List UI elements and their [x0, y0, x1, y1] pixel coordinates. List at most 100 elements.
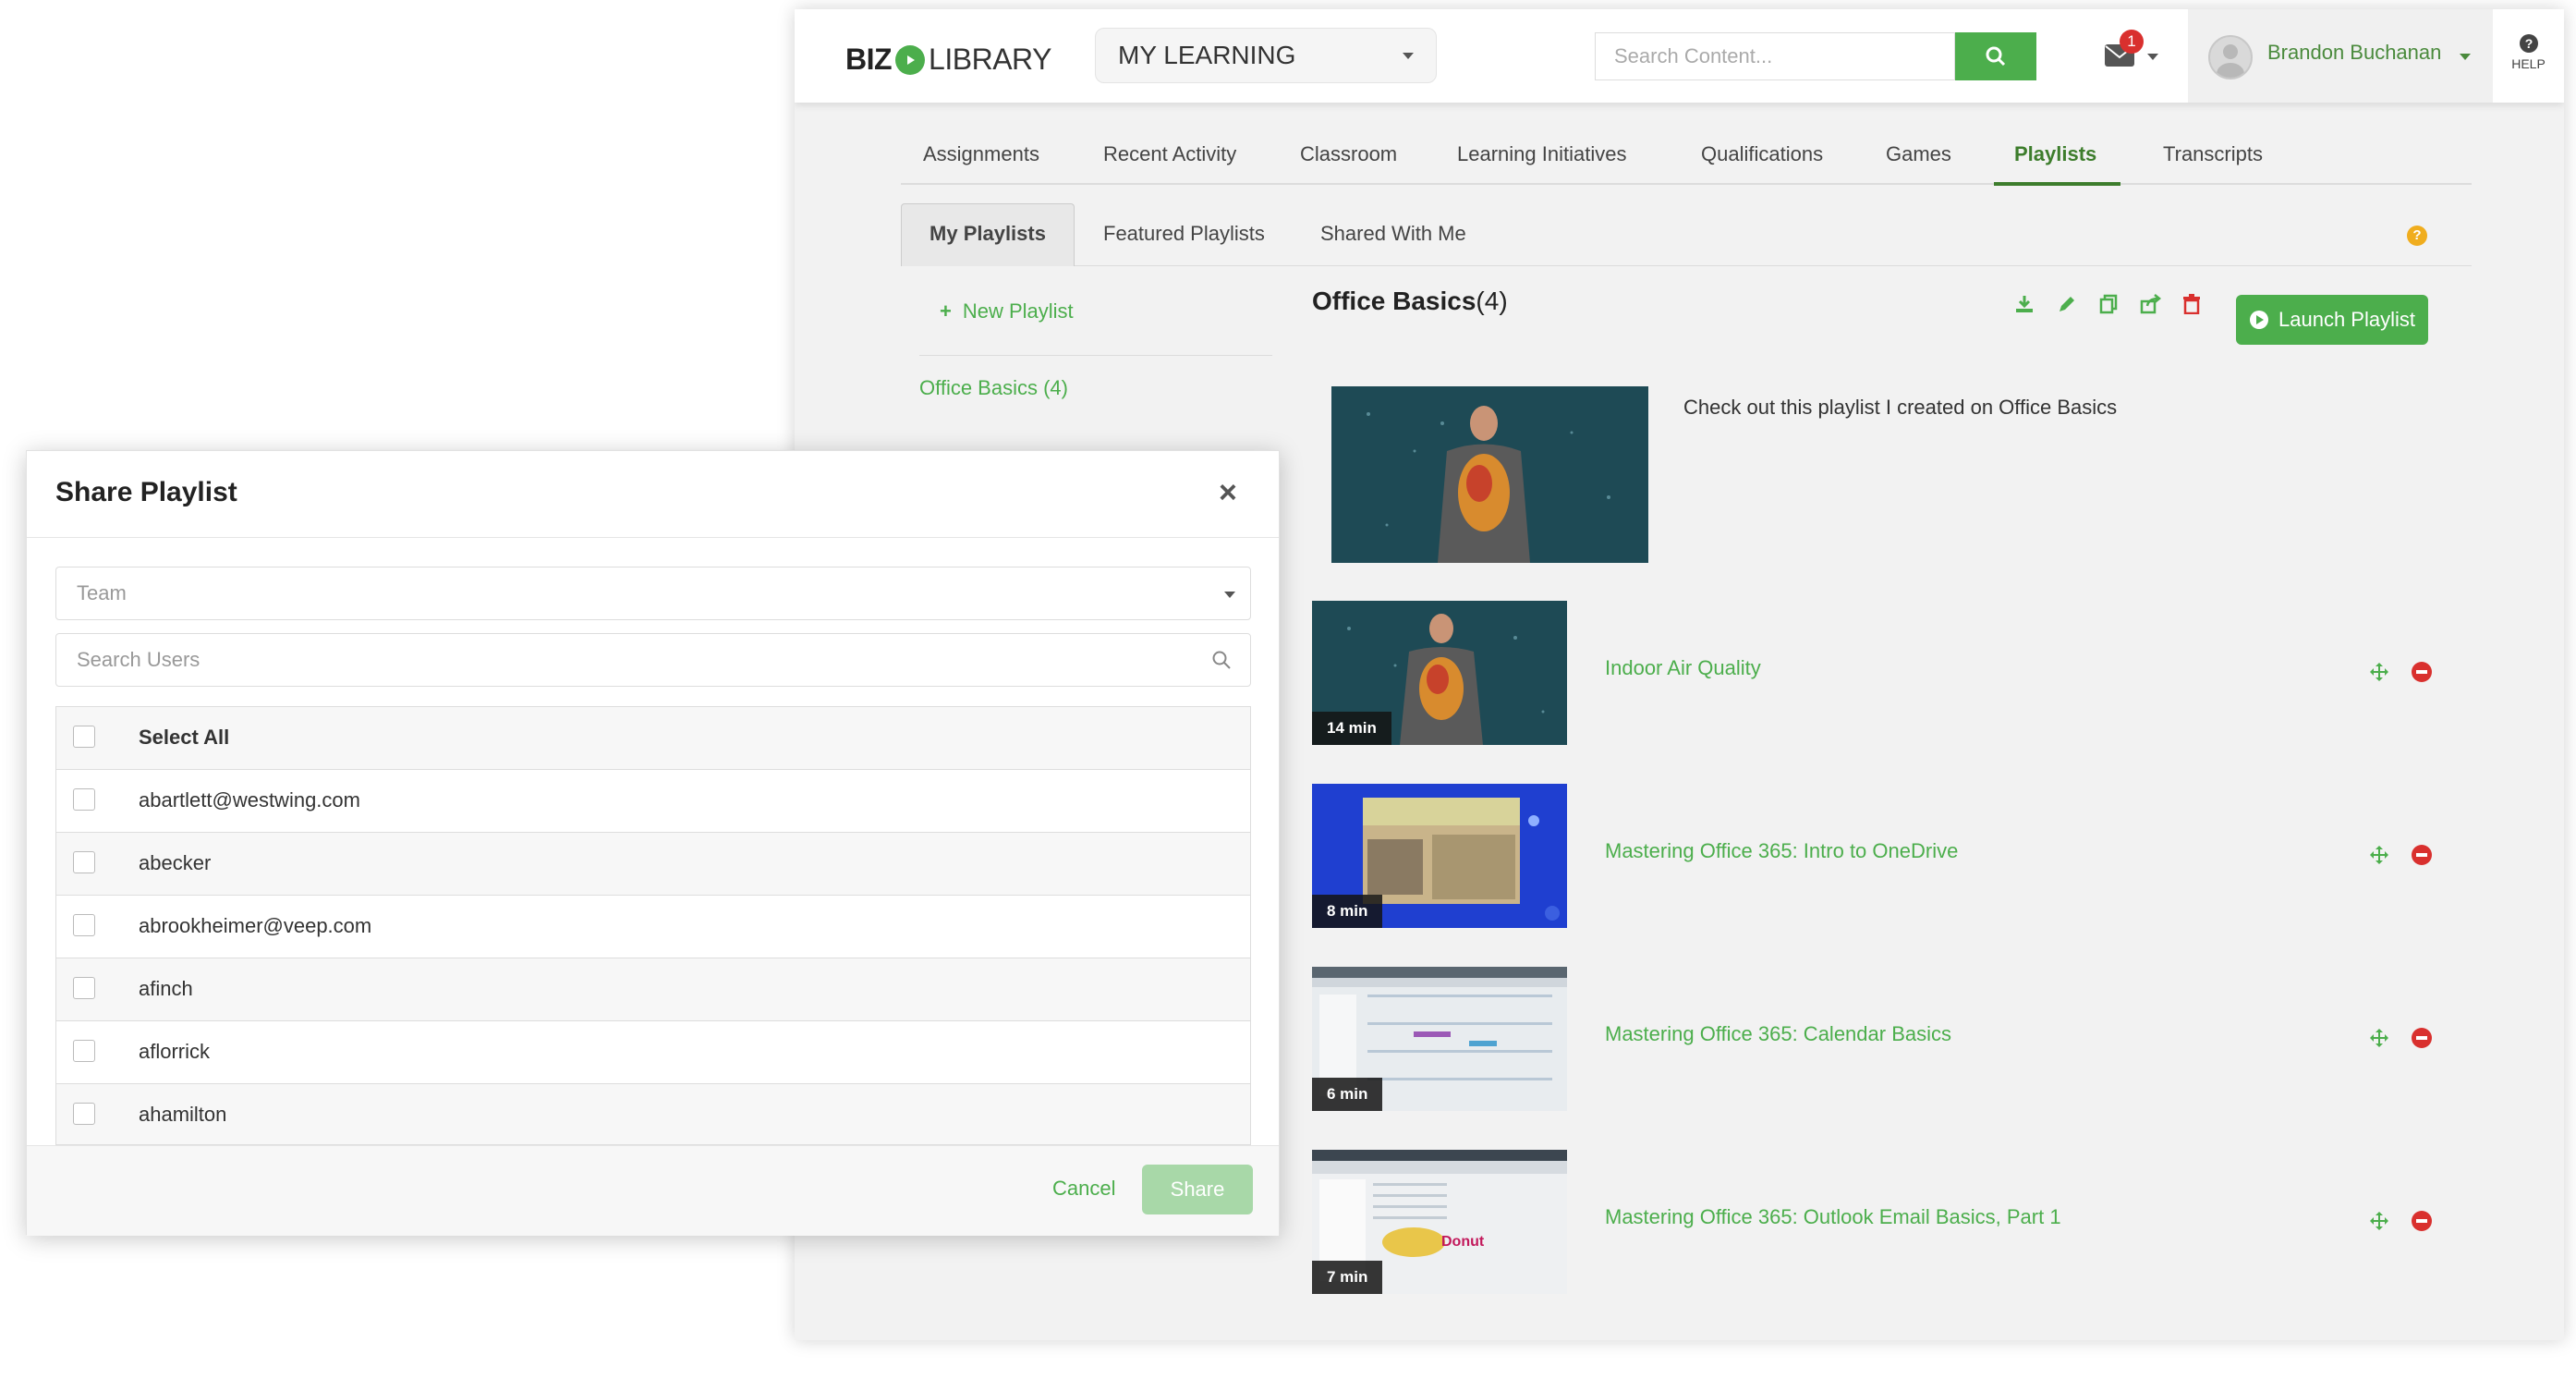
item-title[interactable]: Mastering Office 365: Intro to OneDrive: [1605, 839, 1958, 863]
user-name: afinch: [139, 977, 193, 1000]
item-duration: 14 min: [1312, 712, 1391, 745]
help-button[interactable]: ? HELP: [2493, 9, 2564, 103]
content-search-input[interactable]: Search Content...: [1595, 32, 1955, 80]
move-arrows-icon[interactable]: [2369, 845, 2389, 870]
svg-text:?: ?: [2524, 36, 2533, 51]
mode-select[interactable]: MY LEARNING: [1095, 28, 1437, 83]
table-row[interactable]: abartlett@westwing.com: [56, 770, 1250, 833]
user-checkbox[interactable]: [73, 1103, 95, 1125]
remove-circle-icon[interactable]: [2412, 662, 2432, 682]
sidebar-playlist-office-basics[interactable]: Office Basics (4): [919, 376, 1270, 400]
select-all-checkbox[interactable]: [73, 726, 95, 748]
table-row[interactable]: afinch: [56, 958, 1250, 1021]
move-arrows-icon[interactable]: [2369, 1028, 2389, 1053]
user-name: aflorrick: [139, 1040, 211, 1063]
user-name: abrookheimer@veep.com: [139, 914, 372, 937]
team-placeholder: Team: [77, 581, 127, 604]
chevron-down-icon: [2147, 54, 2158, 60]
item-duration: 6 min: [1312, 1078, 1383, 1111]
plus-icon: +: [940, 299, 952, 323]
search-users-input[interactable]: Search Users: [55, 633, 1251, 687]
user-name: abartlett@westwing.com: [139, 788, 360, 812]
edit-pencil-icon[interactable]: [2057, 294, 2077, 319]
user-silhouette-icon: [2217, 44, 2244, 78]
modal-footer: Cancel Share: [27, 1145, 1279, 1236]
playlist-count: (4): [1476, 287, 1508, 315]
table-row[interactable]: abrookheimer@veep.com: [56, 896, 1250, 958]
subtab-my-playlists[interactable]: My Playlists: [901, 203, 1075, 266]
share-button[interactable]: Share: [1142, 1165, 1253, 1214]
user-menu[interactable]: Brandon Buchanan: [2188, 9, 2493, 103]
playlist-cover-image: [1331, 386, 1648, 563]
copy-icon[interactable]: [2098, 294, 2119, 319]
remove-circle-icon[interactable]: [2412, 1028, 2432, 1048]
item-thumbnail[interactable]: Donut 7 min: [1312, 1150, 1567, 1294]
select-all-label: Select All: [139, 726, 230, 749]
item-thumbnail[interactable]: 14 min: [1312, 601, 1567, 745]
trash-icon[interactable]: [2182, 294, 2201, 319]
remove-circle-icon[interactable]: [2412, 1211, 2432, 1231]
tab-assignments[interactable]: Assignments: [923, 142, 1039, 166]
item-title[interactable]: Mastering Office 365: Calendar Basics: [1605, 1022, 1951, 1046]
playlist-description: Check out this playlist I created on Off…: [1683, 396, 2118, 419]
user-name: abecker: [139, 851, 212, 874]
share-playlist-modal: Share Playlist × Team Search Users Selec…: [26, 450, 1280, 1236]
modal-header: Share Playlist ×: [27, 451, 1279, 538]
launch-playlist-label: Launch Playlist: [2278, 308, 2415, 331]
user-checkbox[interactable]: [73, 914, 95, 936]
tab-learning-initiatives[interactable]: Learning Initiatives: [1457, 142, 1626, 166]
close-icon[interactable]: ×: [1219, 477, 1237, 508]
user-checkbox[interactable]: [73, 788, 95, 811]
table-row[interactable]: aflorrick: [56, 1021, 1250, 1084]
table-row[interactable]: ahamilton: [56, 1084, 1250, 1144]
tab-transcripts[interactable]: Transcripts: [2163, 142, 2263, 166]
tab-recent-activity[interactable]: Recent Activity: [1103, 142, 1236, 166]
mode-select-value: MY LEARNING: [1118, 41, 1296, 69]
team-select[interactable]: Team: [55, 567, 1251, 620]
sidebar-divider: [919, 355, 1272, 356]
item-title[interactable]: Mastering Office 365: Outlook Email Basi…: [1605, 1205, 2061, 1229]
tab-qualifications[interactable]: Qualifications: [1701, 142, 1823, 166]
list-item[interactable]: Donut 7 min Mastering Office 365: Outloo…: [1312, 1150, 2458, 1296]
list-item[interactable]: 6 min Mastering Office 365: Calendar Bas…: [1312, 967, 2458, 1113]
modal-title: Share Playlist: [55, 477, 237, 507]
user-name: ahamilton: [139, 1103, 227, 1126]
bizlibrary-logo[interactable]: BIZ LIBRARY: [845, 43, 1051, 77]
item-thumbnail[interactable]: 6 min: [1312, 967, 1567, 1111]
share-icon[interactable]: [2140, 294, 2162, 319]
move-arrows-icon[interactable]: [2369, 662, 2389, 687]
new-playlist-button[interactable]: + New Playlist: [940, 299, 1270, 323]
list-item[interactable]: 14 min Indoor Air Quality: [1312, 601, 2458, 747]
top-bar: BIZ LIBRARY MY LEARNING Search Content..…: [795, 9, 2564, 103]
download-icon[interactable]: [2014, 294, 2035, 319]
select-all-row[interactable]: Select All: [56, 707, 1250, 770]
launch-playlist-button[interactable]: Launch Playlist: [2236, 295, 2428, 345]
move-arrows-icon[interactable]: [2369, 1211, 2389, 1236]
table-row[interactable]: abecker: [56, 833, 1250, 896]
thumbnail-logo-text: Donut: [1441, 1234, 1485, 1250]
user-checkbox[interactable]: [73, 977, 95, 999]
playlist-title-text: Office Basics: [1312, 287, 1476, 315]
item-title[interactable]: Indoor Air Quality: [1605, 656, 1761, 680]
list-item[interactable]: 8 min Mastering Office 365: Intro to One…: [1312, 784, 2458, 930]
playlist-subtabs: My Playlists Featured Playlists Shared W…: [901, 203, 2472, 266]
active-tab-indicator: [1994, 182, 2120, 186]
tab-games[interactable]: Games: [1886, 142, 1951, 166]
user-name: Brandon Buchanan: [2267, 41, 2442, 64]
help-question-icon[interactable]: ?: [2407, 226, 2427, 246]
subtab-shared-with-me[interactable]: Shared With Me: [1320, 222, 1466, 246]
subtab-featured-playlists[interactable]: Featured Playlists: [1103, 222, 1265, 246]
remove-circle-icon[interactable]: [2412, 845, 2432, 865]
search-button[interactable]: [1955, 32, 2036, 80]
tab-classroom[interactable]: Classroom: [1300, 142, 1397, 166]
chevron-down-icon: [2460, 54, 2471, 60]
item-thumbnail[interactable]: 8 min: [1312, 784, 1567, 928]
search-icon: [1212, 651, 1231, 669]
new-playlist-label: New Playlist: [962, 299, 1074, 323]
playlist-sidebar: + New Playlist Office Basics (4): [919, 287, 1272, 400]
tab-playlists[interactable]: Playlists: [2014, 142, 2096, 166]
user-checkbox[interactable]: [73, 851, 95, 873]
chevron-down-icon: [1224, 592, 1235, 598]
cancel-button[interactable]: Cancel: [1052, 1177, 1115, 1201]
user-checkbox[interactable]: [73, 1040, 95, 1062]
